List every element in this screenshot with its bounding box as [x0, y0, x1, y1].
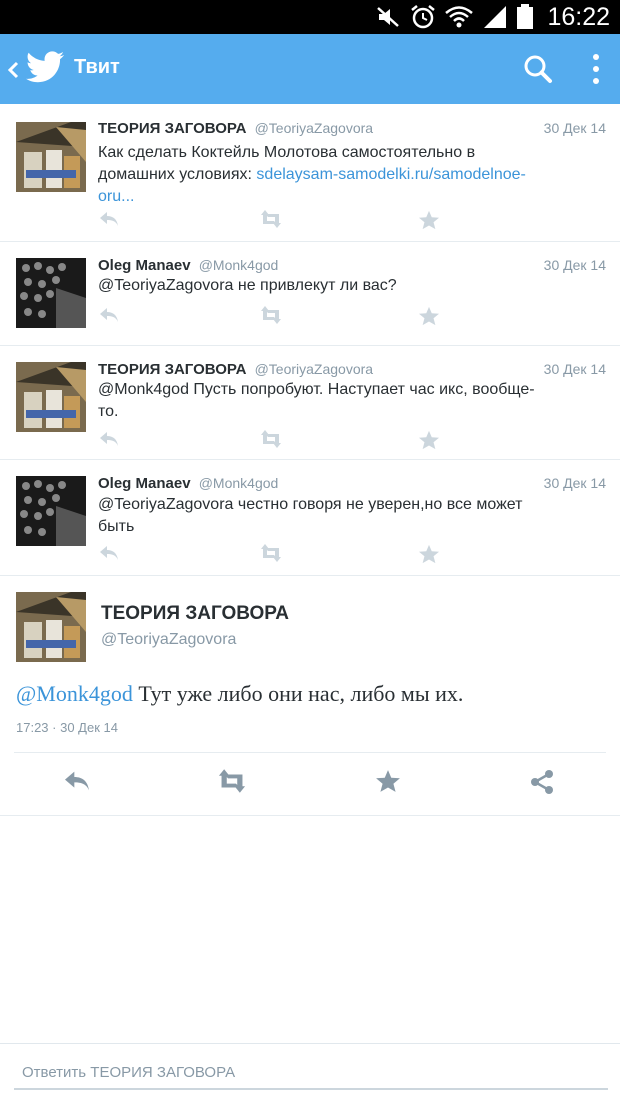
reply-icon[interactable]	[98, 306, 120, 324]
favorite-icon[interactable]	[418, 210, 440, 230]
tweet-item[interactable]: Oleg Manaev @Monk4god 30 Дек 14 @Teoriya…	[0, 242, 620, 346]
tweet-date: 30 Дек 14	[543, 361, 606, 377]
tweet-text: @TeoriyaZagovora не привлекут ли вас?	[98, 275, 600, 297]
retweet-icon[interactable]	[258, 430, 284, 448]
tweet-author-handle[interactable]: @Monk4god	[199, 475, 279, 491]
tweet-actions	[98, 544, 458, 564]
favorite-icon[interactable]	[418, 544, 440, 564]
share-icon[interactable]	[529, 769, 555, 795]
tweet-text-line: Как сделать Коктейль Молотова самостояте…	[98, 144, 476, 161]
detail-tweet-text: @Monk4god Тут уже либо они нас, либо мы …	[16, 681, 463, 707]
retweet-icon[interactable]	[258, 544, 284, 562]
tweet-author-handle[interactable]: @Monk4god	[199, 257, 279, 273]
detail-author-name[interactable]: ТЕОРИЯ ЗАГОВОРА	[101, 603, 289, 625]
detail-tweet-body: Тут уже либо они нас, либо мы их.	[132, 681, 464, 706]
tweet-author-name[interactable]: ТЕОРИЯ ЗАГОВОРА	[98, 361, 246, 378]
tweet-text-line: то.	[98, 403, 119, 420]
tweet-actions	[98, 210, 458, 230]
app-bar: Твит	[0, 34, 620, 104]
twitter-bird-icon	[26, 51, 64, 83]
favorite-icon[interactable]	[375, 769, 401, 793]
tweet-text: @TeoriyaZagovora честно говоря не уверен…	[98, 494, 600, 538]
detail-mention-link[interactable]: @Monk4god	[16, 681, 133, 706]
tweet-item[interactable]: ТЕОРИЯ ЗАГОВОРА @TeoriyaZagovora 30 Дек …	[0, 346, 620, 460]
tweet-detail: ТЕОРИЯ ЗАГОВОРА @TeoriyaZagovora @Monk4g…	[0, 576, 620, 816]
tweet-actions	[98, 306, 458, 326]
tweet-author-name[interactable]: Oleg Manaev	[98, 475, 191, 492]
tweet-text: Как сделать Коктейль Молотова самостояте…	[98, 142, 600, 208]
wifi-icon	[445, 6, 473, 28]
reply-icon[interactable]	[62, 769, 92, 793]
tweet-text-line: @TeoriyaZagovora честно говоря не уверен…	[98, 496, 523, 513]
detail-timestamp: 17:23 · 30 Дек 14	[16, 720, 118, 735]
retweet-icon[interactable]	[258, 306, 284, 324]
tweet-item[interactable]: Oleg Manaev @Monk4god 30 Дек 14 @Teoriya…	[0, 460, 620, 576]
avatar[interactable]	[16, 476, 86, 546]
reply-icon[interactable]	[98, 544, 120, 562]
tweet-header: Oleg Manaev @Monk4god 30 Дек 14	[98, 475, 606, 495]
tweet-author-name[interactable]: Oleg Manaev	[98, 257, 191, 274]
tweet-author-name[interactable]: ТЕОРИЯ ЗАГОВОРА	[98, 120, 246, 137]
tweet-link[interactable]: sdelaysam-samodelki.ru/samodelnoe-	[256, 166, 525, 183]
avatar[interactable]	[16, 258, 86, 328]
search-icon[interactable]	[523, 54, 553, 84]
tweet-text-line: домашних условиях: sdelaysam-samodelki.r…	[98, 164, 600, 186]
status-bar: 16:22	[0, 0, 620, 34]
back-icon[interactable]	[6, 58, 20, 82]
tweet-date: 30 Дек 14	[543, 257, 606, 273]
status-time: 16:22	[547, 3, 610, 31]
reply-bar	[0, 1043, 620, 1101]
tweet-text: @Monk4god Пусть попробуют. Наступает час…	[98, 379, 600, 423]
more-vert-icon[interactable]	[590, 52, 602, 86]
divider	[14, 752, 606, 753]
battery-icon	[517, 4, 533, 29]
avatar[interactable]	[16, 592, 86, 662]
favorite-icon[interactable]	[418, 306, 440, 326]
tweet-author-handle[interactable]: @TeoriyaZagovora	[255, 361, 374, 377]
reply-icon[interactable]	[98, 210, 120, 228]
tweet-header: ТЕОРИЯ ЗАГОВОРА @TeoriyaZagovora 30 Дек …	[98, 361, 606, 381]
reply-icon[interactable]	[98, 430, 120, 448]
signal-icon	[484, 6, 506, 28]
status-icons	[376, 4, 534, 30]
alarm-icon	[411, 5, 435, 29]
avatar[interactable]	[16, 122, 86, 192]
mute-icon	[377, 7, 399, 27]
tweet-item[interactable]: ТЕОРИЯ ЗАГОВОРА @TeoriyaZagovora 30 Дек …	[0, 104, 620, 242]
tweet-actions	[98, 430, 458, 450]
tweet-text-line: @TeoriyaZagovora не привлекут ли вас?	[98, 277, 397, 294]
tweet-date: 30 Дек 14	[543, 475, 606, 491]
tweet-header: Oleg Manaev @Monk4god 30 Дек 14	[98, 257, 606, 277]
page-title: Твит	[74, 56, 120, 78]
retweet-icon[interactable]	[215, 769, 249, 793]
reply-input[interactable]	[14, 1056, 608, 1090]
avatar[interactable]	[16, 362, 86, 432]
favorite-icon[interactable]	[418, 430, 440, 450]
tweet-date: 30 Дек 14	[543, 120, 606, 136]
tweet-link-continued[interactable]: oru...	[98, 186, 600, 208]
tweet-text-segment: домашних условиях:	[98, 166, 257, 183]
tweet-author-handle[interactable]: @TeoriyaZagovora	[255, 120, 374, 136]
tweet-text-line: быть	[98, 518, 135, 535]
tweet-header: ТЕОРИЯ ЗАГОВОРА @TeoriyaZagovora 30 Дек …	[98, 120, 606, 140]
detail-author-handle[interactable]: @TeoriyaZagovora	[101, 631, 236, 649]
tweet-text-line: @Monk4god Пусть попробуют. Наступает час…	[98, 381, 535, 398]
retweet-icon[interactable]	[258, 210, 284, 228]
